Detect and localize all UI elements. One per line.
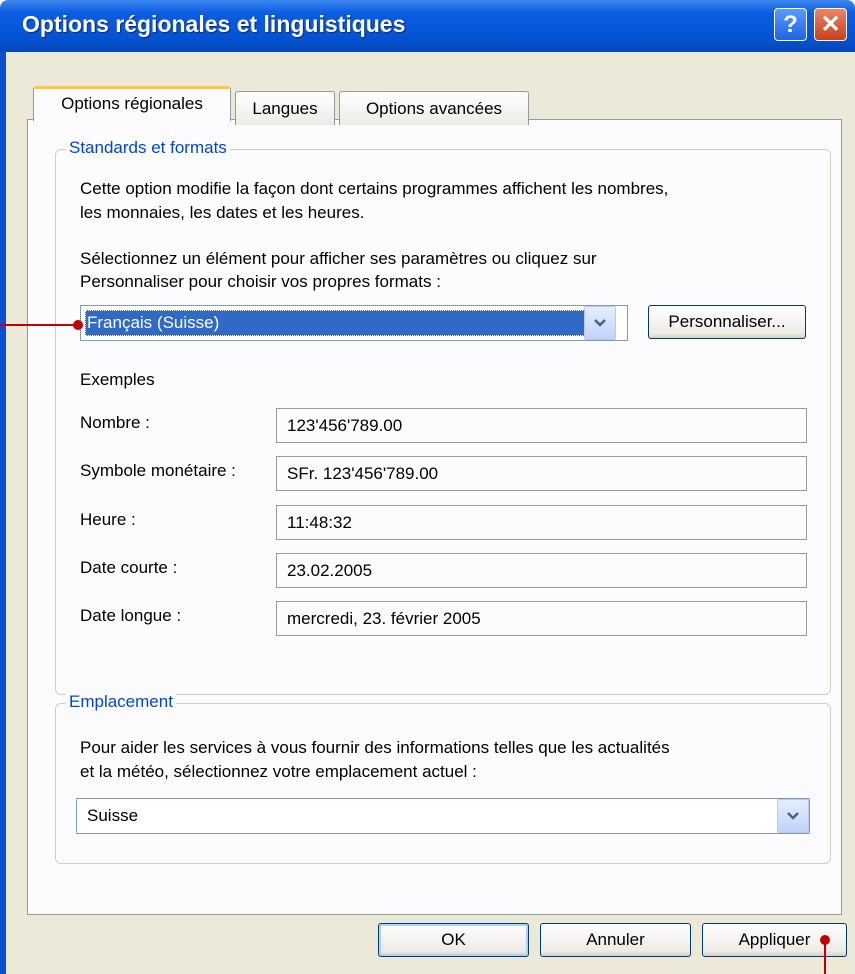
callout-dot-format [73,320,83,330]
location-select-value[interactable]: Suisse [87,805,138,827]
example-label-long-date: Date longue : [80,606,182,625]
standards-legend: Standards et formats [66,138,230,158]
example-label-number: Nombre : [80,413,150,432]
callout-dot-apply [820,935,830,945]
example-value-short-date: 23.02.2005 [276,553,807,588]
format-select[interactable]: Français (Suisse) [80,305,628,341]
example-label-currency: Symbole monétaire : [80,461,236,480]
example-value-currency: SFr. 123'456'789.00 [276,456,807,491]
example-value-number: 123'456'789.00 [276,408,807,443]
example-value-time: 11:48:32 [276,505,807,540]
example-label-time: Heure : [80,510,136,529]
dialog-window: Options régionales et linguistiques ? ✕ … [0,0,855,974]
tab-langues[interactable]: Langues [235,91,335,125]
location-legend: Emplacement [66,692,176,712]
ok-button[interactable]: OK [378,923,529,957]
location-group [55,703,831,864]
examples-heading: Exemples [80,370,155,389]
location-dropdown-button[interactable] [777,799,809,833]
window-border [0,52,6,974]
select-instruction-2: Personnaliser pour choisir vos propres f… [80,272,441,291]
example-value-long-date: mercredi, 23. février 2005 [276,601,807,636]
standards-description-2: les monnaies, les dates et les heures. [80,203,365,222]
format-dropdown-button[interactable] [584,306,616,340]
example-label-short-date: Date courte : [80,558,178,577]
callout-line-apply [824,940,826,974]
location-description-2: et la météo, sélectionnez votre emplacem… [80,762,477,781]
select-instruction-1: Sélectionnez un élément pour afficher se… [80,249,597,268]
tab-options-avancees[interactable]: Options avancées [339,91,529,125]
chevron-down-icon [787,812,799,820]
help-icon[interactable]: ? [774,8,807,41]
callout-line-format [0,324,78,326]
location-select[interactable]: Suisse [76,798,810,834]
customize-button[interactable]: Personnaliser... [648,305,806,339]
close-icon[interactable]: ✕ [814,8,847,41]
format-select-value[interactable]: Français (Suisse) [85,310,585,336]
cancel-button[interactable]: Annuler [540,923,691,957]
title-bar[interactable]: Options régionales et linguistiques ? ✕ [0,0,855,52]
tab-options-regionales[interactable]: Options régionales [33,86,231,121]
window-title: Options régionales et linguistiques [22,11,406,37]
chevron-down-icon [594,319,606,327]
location-description-1: Pour aider les services à vous fournir d… [80,738,670,757]
standards-description-1: Cette option modifie la façon dont certa… [80,179,669,198]
